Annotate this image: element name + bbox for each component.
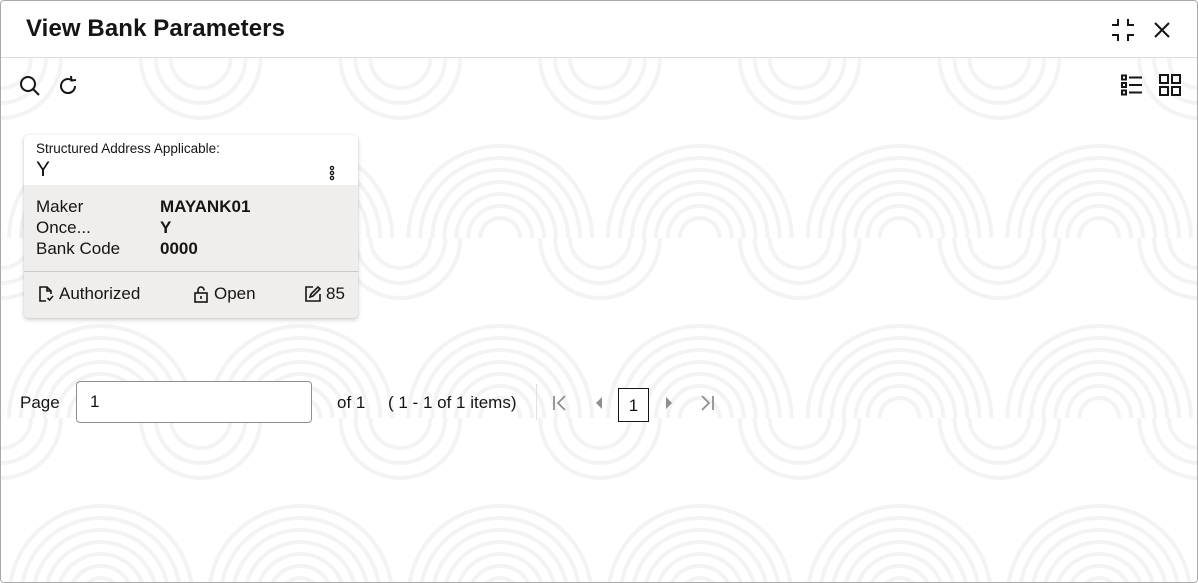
authorized-document-icon [39,286,54,302]
last-page-button[interactable] [698,393,716,413]
item-range-label: ( 1 - 1 of 1 items) [388,393,517,412]
field-row-bank-code: Bank Code 0000 [36,239,346,260]
card-menu-button[interactable] [328,165,336,181]
pagination: Page of 1 ( 1 - 1 of 1 items) 1 [1,381,761,425]
modification-count-label: 85 [326,284,345,303]
dialog-header: View Bank Parameters [1,1,1197,58]
unlock-icon [194,286,208,303]
collapse-icon [1112,19,1134,41]
close-icon [1154,22,1170,38]
card-footer: Authorized Open 85 [24,272,358,318]
grid-view-icon [1159,74,1181,96]
previous-page-button[interactable] [590,393,608,413]
first-page-button[interactable] [551,393,569,413]
first-page-icon [553,395,566,411]
auth-status: Authorized [37,284,140,304]
search-icon [20,76,40,96]
last-page-icon [701,395,714,411]
auth-status-label: Authorized [59,284,141,303]
field-row-maker: Maker MAYANK01 [36,197,346,218]
kebab-menu-icon [329,165,335,181]
close-button[interactable] [1149,17,1175,43]
record-card[interactable]: Structured Address Applicable: Y Maker M… [24,135,358,318]
field-value: Y [160,218,172,237]
page-number-input[interactable] [76,381,312,423]
refresh-button[interactable] [56,74,80,98]
card-fields: Maker MAYANK01 Once... Y Bank Code 0000 [36,197,346,260]
dialog-title: View Bank Parameters [26,15,286,42]
grid-view-button[interactable] [1158,73,1182,97]
current-page-button[interactable]: 1 [618,388,649,422]
field-row-once: Once... Y [36,218,346,239]
field-value: 0000 [160,239,198,258]
card-header-label: Structured Address Applicable: [36,141,220,156]
field-key: Bank Code [36,239,121,258]
page-label: Page [20,393,60,412]
previous-page-icon [596,397,602,409]
content-area: Structured Address Applicable: Y Maker M… [1,58,1197,582]
search-button[interactable] [18,74,42,98]
list-view-icon [1121,74,1142,96]
next-page-icon [666,397,672,409]
field-key: Once... [36,218,91,237]
record-status: Open [192,284,256,304]
list-view-button[interactable] [1120,73,1144,97]
page-count-label: of 1 [337,393,366,412]
field-key: Maker [36,197,84,216]
record-status-label: Open [214,284,256,303]
card-header: Structured Address Applicable: Y [24,135,358,185]
card-header-value: Y [36,158,51,181]
view-bank-parameters-dialog: View Bank Parameters Structured Address … [0,0,1198,583]
field-value: MAYANK01 [160,197,251,216]
minimize-button[interactable] [1110,17,1136,43]
pagination-divider [536,384,537,420]
edit-icon [305,285,322,302]
modification-count: 85 [304,284,345,304]
next-page-button[interactable] [660,393,678,413]
refresh-icon [60,75,77,95]
